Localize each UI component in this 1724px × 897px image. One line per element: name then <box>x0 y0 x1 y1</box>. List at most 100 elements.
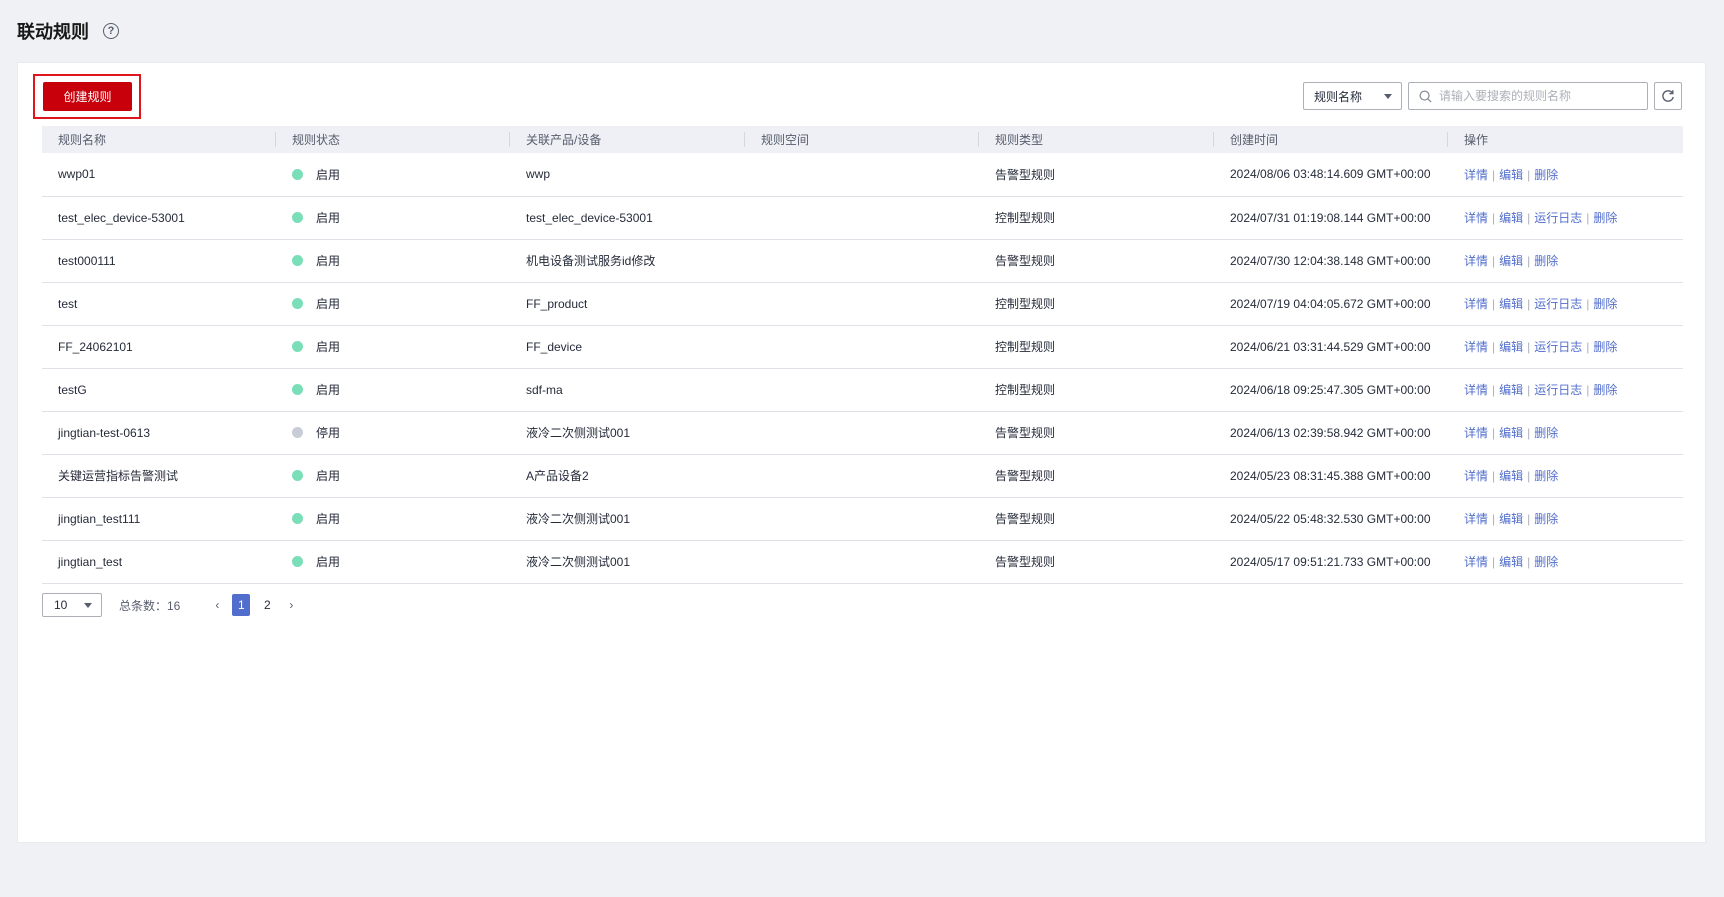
op-separator: | <box>1586 383 1590 397</box>
op-link[interactable]: 编辑 <box>1499 383 1523 397</box>
col-rule-type[interactable]: 规则类型 <box>979 126 1214 153</box>
op-link[interactable]: 删除 <box>1593 340 1617 354</box>
table-row: testG 启用 sdf-ma 控制型规则 2024/06/18 09:25:47.30… <box>42 368 1683 412</box>
col-operations: 操作 <box>1448 126 1683 153</box>
op-link[interactable]: 详情 <box>1464 211 1488 225</box>
op-link[interactable]: 删除 <box>1534 555 1558 569</box>
rule-type-cell: 控制型规则 <box>979 196 1214 240</box>
op-separator: | <box>1492 211 1496 225</box>
op-link[interactable]: 编辑 <box>1499 211 1523 225</box>
search-box[interactable] <box>1408 82 1648 110</box>
refresh-button[interactable] <box>1654 82 1682 110</box>
op-link[interactable]: 编辑 <box>1499 512 1523 526</box>
rule-status-cell: 启用 <box>276 153 510 197</box>
table-row: test000111 启用 机电设备测试服务id修改 告警型规则 2024/07/30 … <box>42 239 1683 283</box>
search-field-select[interactable]: 规则名称 <box>1303 82 1402 110</box>
rules-table: 规则名称 规则状态 关联产品/设备 规则空间 规则类型 创建时间 操作 wwp0… <box>42 126 1683 584</box>
status-text: 启用 <box>316 211 341 225</box>
status-dot-icon <box>292 168 303 180</box>
op-link[interactable]: 编辑 <box>1499 555 1523 569</box>
op-link[interactable]: 删除 <box>1593 297 1617 311</box>
rule-name-cell: wwp01 <box>42 153 276 197</box>
rule-status-cell: 启用 <box>276 196 510 240</box>
operations-cell: 详情 | 编辑 | 删除 <box>1448 540 1683 584</box>
op-link[interactable]: 编辑 <box>1499 469 1523 483</box>
rule-name-cell: test <box>42 282 276 326</box>
op-link[interactable]: 详情 <box>1464 469 1488 483</box>
op-link[interactable]: 编辑 <box>1499 254 1523 268</box>
op-link[interactable]: 删除 <box>1534 254 1558 268</box>
rule-type-cell: 告警型规则 <box>979 239 1214 283</box>
rule-type-cell: 控制型规则 <box>979 325 1214 369</box>
op-link[interactable]: 运行日志 <box>1534 340 1582 354</box>
op-link[interactable]: 编辑 <box>1499 168 1523 182</box>
col-rule-space[interactable]: 规则空间 <box>745 126 979 153</box>
operations-cell: 详情 | 编辑 | 删除 <box>1448 153 1683 197</box>
table-row: jingtian_test 启用 液冷二次侧测试001 告警型规则 2024/05/17… <box>42 540 1683 584</box>
status-text: 启用 <box>316 383 341 397</box>
status-dot-icon <box>292 341 303 352</box>
op-separator: | <box>1527 297 1531 311</box>
product-cell: 机电设备测试服务id修改 <box>510 239 745 283</box>
space-cell <box>745 497 979 541</box>
op-link[interactable]: 详情 <box>1464 555 1488 569</box>
op-link[interactable]: 删除 <box>1534 512 1558 526</box>
space-cell <box>745 454 979 498</box>
op-link[interactable]: 运行日志 <box>1534 211 1582 225</box>
status-text: 启用 <box>316 297 341 311</box>
table-body: wwp01 启用 wwp 告警型规则 2024/08/06 03:48:14.609 G… <box>42 153 1683 584</box>
table-row: jingtian-test-0613 停用 液冷二次侧测试001 告警型规则 2024/… <box>42 411 1683 455</box>
op-link[interactable]: 删除 <box>1534 469 1558 483</box>
rule-type-cell: 告警型规则 <box>979 411 1214 455</box>
page-number-1[interactable]: 1 <box>232 594 251 616</box>
product-cell: FF_product <box>510 282 745 326</box>
col-product-device[interactable]: 关联产品/设备 <box>510 126 745 153</box>
page-size-select[interactable]: 10 <box>42 593 102 617</box>
product-cell: wwp <box>510 153 745 197</box>
op-link[interactable]: 详情 <box>1464 254 1488 268</box>
op-link[interactable]: 详情 <box>1464 168 1488 182</box>
op-link[interactable]: 编辑 <box>1499 297 1523 311</box>
created-time-cell: 2024/05/23 08:31:45.388 GMT+00:00 <box>1214 454 1448 498</box>
op-link[interactable]: 删除 <box>1593 383 1617 397</box>
col-created-time[interactable]: 创建时间 <box>1214 126 1448 153</box>
product-cell: test_elec_device-53001 <box>510 196 745 240</box>
create-rule-button[interactable]: 创建规则 <box>43 82 132 111</box>
rule-name-cell: jingtian_test111 <box>42 497 276 541</box>
op-separator: | <box>1492 383 1496 397</box>
op-link[interactable]: 详情 <box>1464 297 1488 311</box>
col-rule-status[interactable]: 规则状态 <box>276 126 510 153</box>
help-icon[interactable]: ? <box>103 23 119 39</box>
op-link[interactable]: 详情 <box>1464 426 1488 440</box>
created-time-cell: 2024/08/06 03:48:14.609 GMT+00:00 <box>1214 153 1448 197</box>
op-link[interactable]: 编辑 <box>1499 340 1523 354</box>
status-text: 启用 <box>316 254 341 268</box>
op-link[interactable]: 运行日志 <box>1534 383 1582 397</box>
col-rule-name[interactable]: 规则名称 <box>42 126 276 153</box>
page-number-2[interactable]: 2 <box>258 594 276 616</box>
status-dot-icon <box>292 384 303 395</box>
op-separator: | <box>1586 211 1590 225</box>
rule-name-cell: test_elec_device-53001 <box>42 196 276 240</box>
op-link[interactable]: 删除 <box>1534 168 1558 182</box>
status-text: 停用 <box>316 426 341 440</box>
status-dot-icon <box>292 212 303 223</box>
rule-type-cell: 告警型规则 <box>979 540 1214 584</box>
op-link[interactable]: 删除 <box>1534 426 1558 440</box>
rule-name-cell: 关键运营指标告警测试 <box>42 454 276 498</box>
table-row: wwp01 启用 wwp 告警型规则 2024/08/06 03:48:14.609 G… <box>42 153 1683 197</box>
op-separator: | <box>1492 426 1496 440</box>
next-page-icon[interactable]: › <box>284 598 298 612</box>
op-link[interactable]: 编辑 <box>1499 426 1523 440</box>
rule-status-cell: 启用 <box>276 540 510 584</box>
created-time-cell: 2024/05/22 05:48:32.530 GMT+00:00 <box>1214 497 1448 541</box>
op-link[interactable]: 详情 <box>1464 512 1488 526</box>
product-cell: 液冷二次侧测试001 <box>510 497 745 541</box>
op-link[interactable]: 详情 <box>1464 340 1488 354</box>
op-link[interactable]: 运行日志 <box>1534 297 1582 311</box>
operations-cell: 详情 | 编辑 | 运行日志 | 删除 <box>1448 368 1683 412</box>
op-link[interactable]: 详情 <box>1464 383 1488 397</box>
prev-page-icon[interactable]: ‹ <box>210 598 224 612</box>
op-link[interactable]: 删除 <box>1593 211 1617 225</box>
search-input[interactable] <box>1439 89 1639 103</box>
